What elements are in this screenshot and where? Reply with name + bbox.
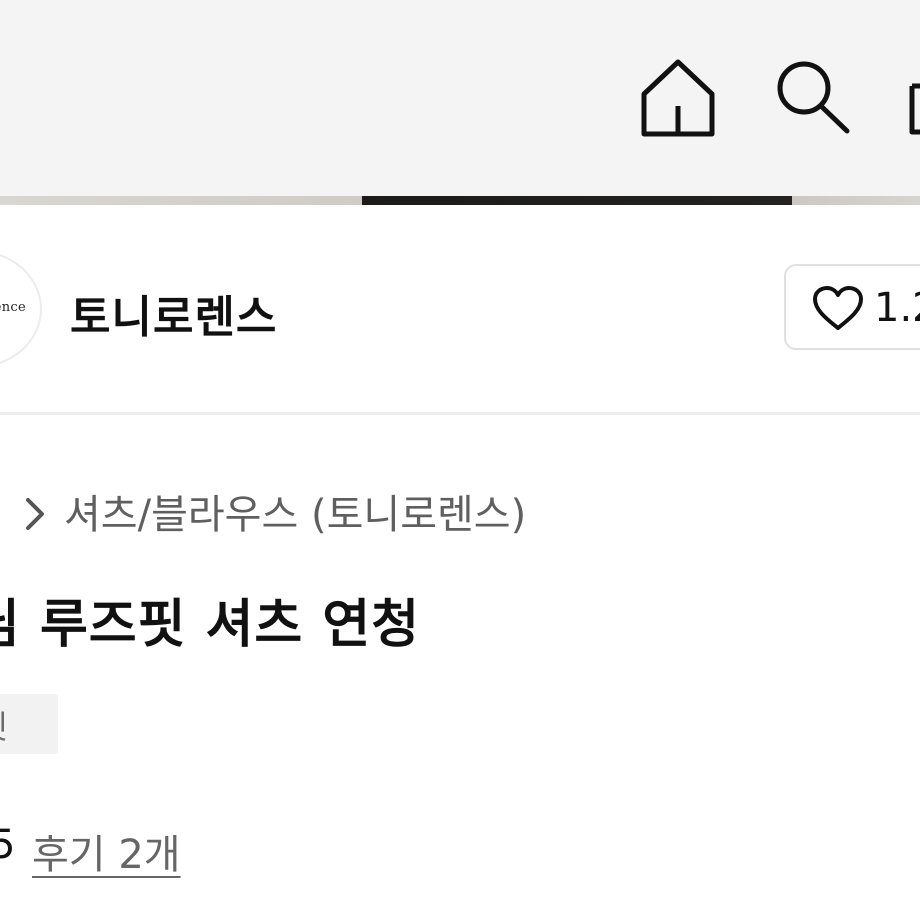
tag-chip-label: 렛	[0, 702, 7, 748]
like-button[interactable]: 1.2	[784, 264, 920, 350]
shopping-bag-icon[interactable]	[908, 78, 920, 138]
shop-logo-text: rence	[0, 300, 26, 315]
shop-name[interactable]: 토니로렌스	[70, 281, 277, 345]
search-icon[interactable]	[772, 58, 852, 138]
product-title: 님 루즈핏 셔츠 연청	[0, 595, 421, 655]
shop-logo[interactable]: rence	[0, 250, 42, 368]
breadcrumb: 셔츠/블라우스 (토니로렌스)	[0, 478, 920, 538]
shop-info-row: rence 토니로렌스 1.2	[0, 205, 920, 413]
tag-chip[interactable]: 렛	[0, 694, 58, 754]
reviews-link[interactable]: 후기 2개	[32, 822, 181, 880]
breadcrumb-category[interactable]: 셔츠/블라우스 (토니로렌스)	[64, 482, 526, 540]
product-page: rence 토니로렌스 1.2 셔츠/블라우스 (토니로렌스) 님 루즈핏 셔츠…	[0, 0, 920, 920]
rating-row: 5 후기 2개	[0, 812, 920, 882]
chevron-right-icon	[24, 496, 46, 532]
top-navigation-bar	[0, 0, 920, 196]
heart-icon	[812, 286, 864, 332]
section-divider	[0, 412, 920, 415]
product-image-edge	[0, 196, 920, 205]
rating-value: 5	[0, 822, 16, 868]
like-count: 1.2	[874, 285, 920, 331]
home-icon[interactable]	[638, 56, 718, 140]
